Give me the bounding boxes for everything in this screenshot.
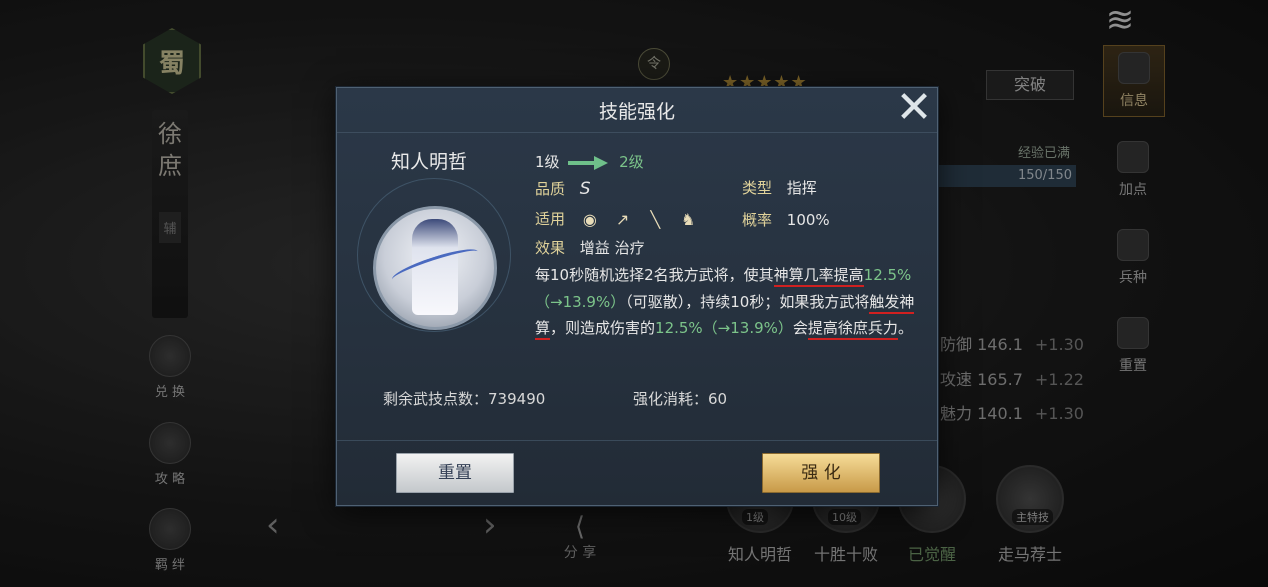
type-label: 类型 xyxy=(742,179,773,197)
desc-text: 每10秒随机选择2名我方武将，使其 xyxy=(535,266,774,284)
level-row: 1级 2级 xyxy=(535,151,644,172)
type-value: 指挥 xyxy=(786,179,817,197)
desc-highlight: 提高徐庶兵力 xyxy=(807,319,898,340)
effect-value: 增益 治疗 xyxy=(579,239,645,257)
type-row: 类型 指挥 xyxy=(742,177,817,198)
close-icon[interactable]: ✕ xyxy=(892,86,936,130)
applicable-row: 适用 ◉ ↗ ╲ ♞ xyxy=(535,208,706,230)
desc-text: （可驱散），持续10秒；如果我方武将 xyxy=(625,292,870,311)
arrow-right-icon xyxy=(568,155,610,170)
cavalry-unit-icon: ♞ xyxy=(680,209,696,229)
desc-text: 会 xyxy=(792,319,808,337)
level-from: 1级 xyxy=(535,153,560,171)
upgrade-cost: 强化消耗：60 xyxy=(633,388,727,409)
skill-name-title: 知人明哲 xyxy=(391,151,468,173)
upgrade-cost-label: 强化消耗： xyxy=(633,390,709,408)
quality-value: S xyxy=(579,179,591,199)
desc-value-up: 12.5%（→13.9%） xyxy=(655,319,793,337)
bow-unit-icon: ↗ xyxy=(615,209,630,229)
dialog-title: 技能强化 xyxy=(598,101,675,123)
chance-row: 概率 100% xyxy=(742,209,830,230)
remaining-points-label: 剩余武技点数： xyxy=(383,390,489,408)
upgrade-button[interactable]: 强 化 xyxy=(762,453,880,493)
effect-label: 效果 xyxy=(535,239,566,257)
upgrade-cost-value: 60 xyxy=(708,390,728,408)
level-to: 2级 xyxy=(619,153,644,171)
chance-value: 100% xyxy=(786,211,830,229)
skill-upgrade-dialog: 技能强化 ✕ 知人明哲 1级 2级 品质 S 类型 指挥 适用 ◉ ↗ ╲ ♞ … xyxy=(336,86,938,506)
divider xyxy=(337,440,937,441)
desc-highlight: 神算几率提高 xyxy=(773,266,864,287)
shield-unit-icon: ◉ xyxy=(582,209,597,229)
chance-label: 概率 xyxy=(742,211,773,229)
quality-label: 品质 xyxy=(535,180,566,198)
spear-unit-icon: ╲ xyxy=(650,209,661,229)
effect-row: 效果 增益 治疗 xyxy=(535,237,645,258)
desc-text: 。 xyxy=(897,319,913,337)
remaining-points-value: 739490 xyxy=(488,390,546,408)
reset-button[interactable]: 重置 xyxy=(396,453,514,493)
skill-portrait xyxy=(373,206,497,330)
skill-description: 每10秒随机选择2名我方武将，使其神算几率提高 12.5%（→13.9%） （可驱散… xyxy=(535,262,915,342)
desc-text: ，则造成伤害的 xyxy=(550,319,656,337)
remaining-points: 剩余武技点数：739490 xyxy=(383,388,545,409)
applicable-label: 适用 xyxy=(535,210,566,228)
dialog-header: 技能强化 xyxy=(337,88,937,133)
quality-row: 品质 S xyxy=(535,178,591,199)
